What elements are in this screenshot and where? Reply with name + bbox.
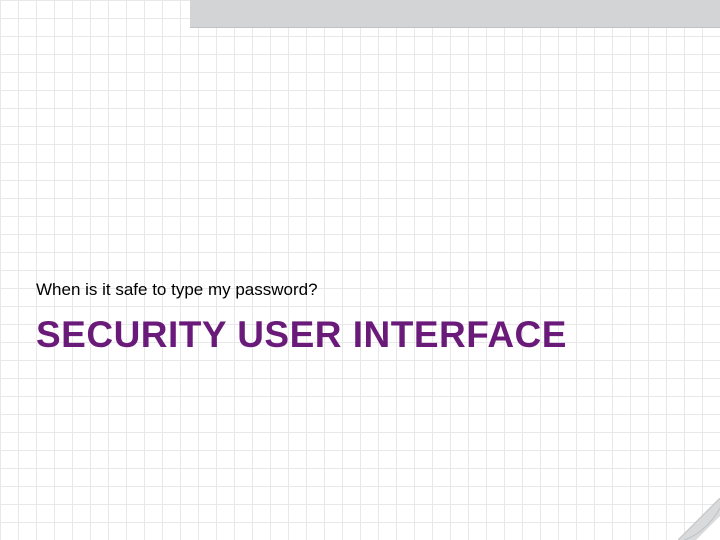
slide-title: SECURITY USER INTERFACE [36,314,690,356]
top-accent-band [190,0,720,28]
slide-subtitle: When is it safe to type my password? [36,280,690,300]
page-curl-icon [678,498,720,540]
slide-content: When is it safe to type my password? SEC… [36,280,690,356]
slide-grid-background [0,0,720,540]
